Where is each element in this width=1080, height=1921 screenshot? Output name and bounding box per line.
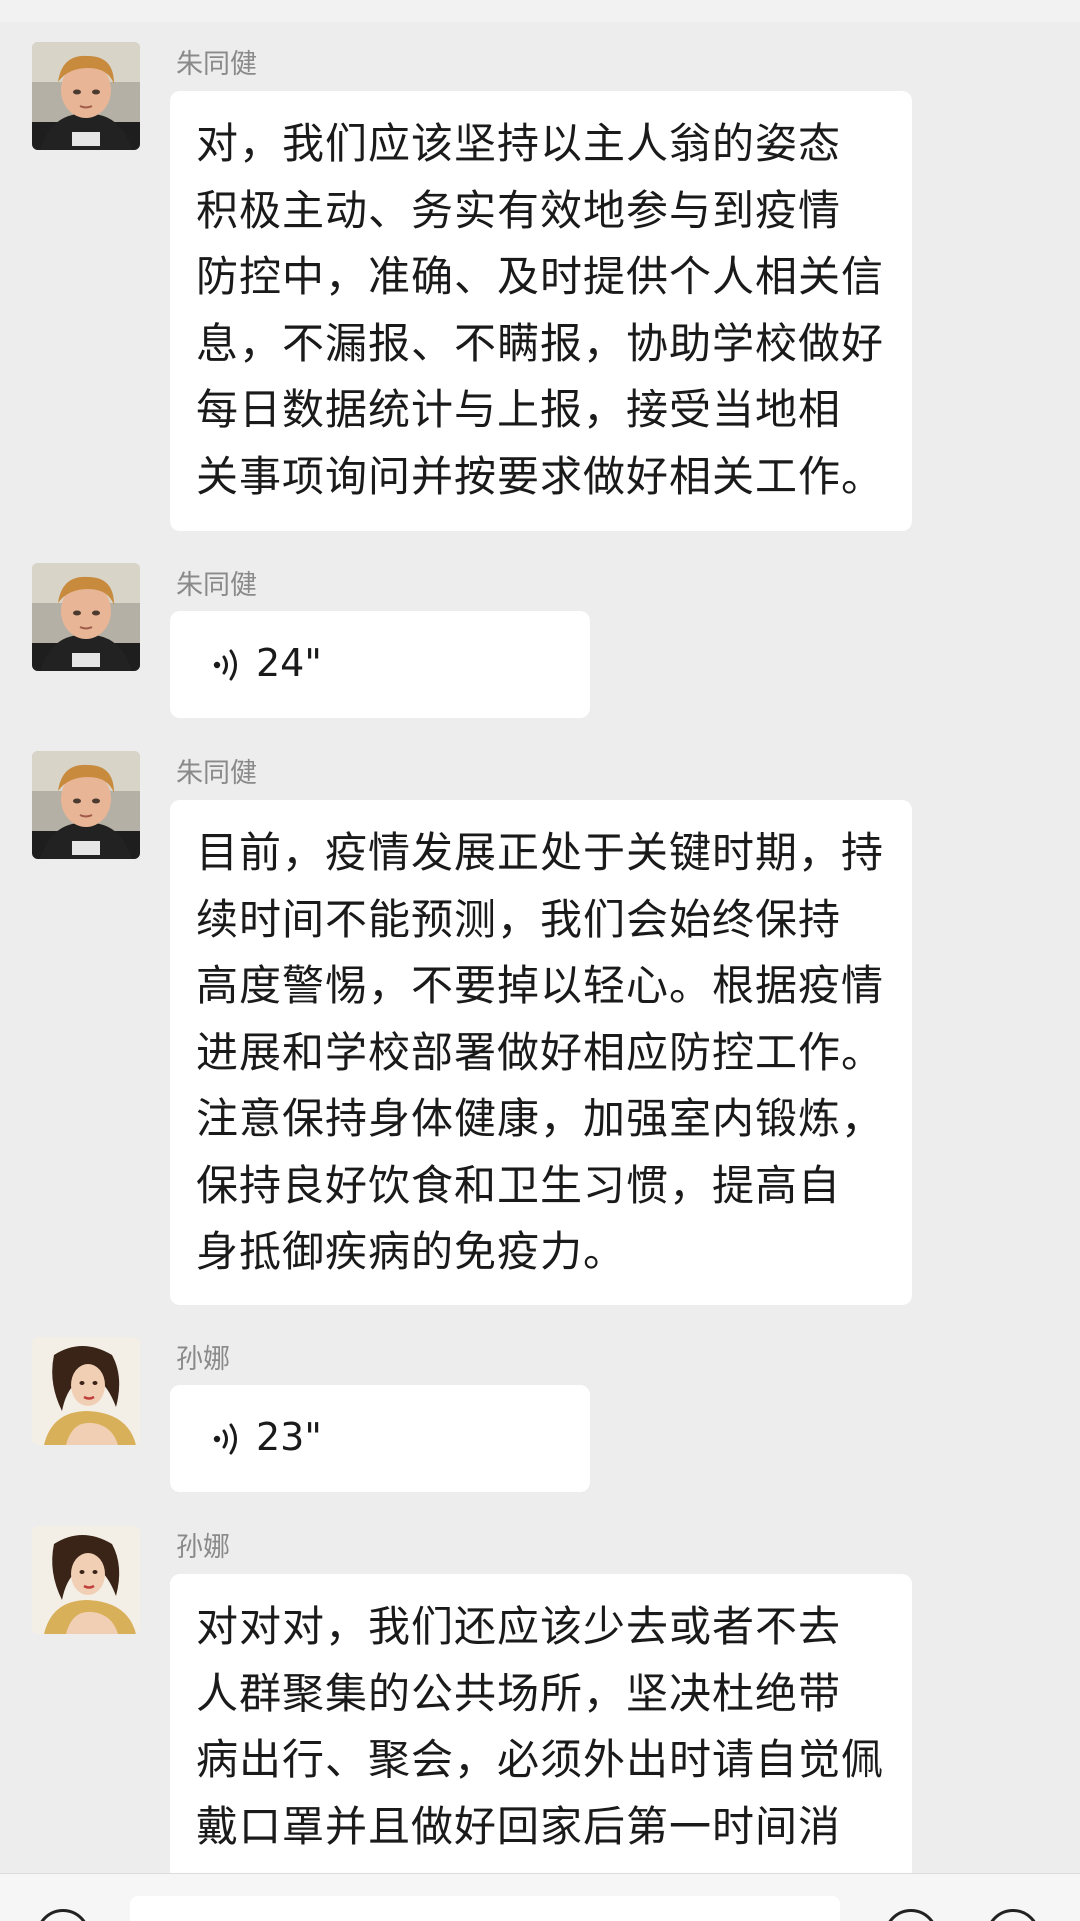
sender-name: 朱同健	[176, 758, 257, 789]
boy-avatar-icon[interactable]	[32, 42, 140, 150]
message-bubble[interactable]: 对对对，我们还应该少去或者不去 人群聚集的公共场所，坚决杜绝带 病出行、聚会，必…	[170, 1574, 912, 1873]
voice-message-bubble[interactable]: 24"	[170, 611, 590, 718]
message-input[interactable]	[130, 1896, 840, 1921]
voice-duration: 23"	[256, 1415, 322, 1459]
voice-toggle-icon[interactable]	[36, 1909, 90, 1921]
princess-avatar-icon[interactable]	[32, 1337, 140, 1445]
message-text: 对，我们应该坚持以主人翁的姿态 积极主动、务实有效地参与到疫情 防控中，准确、及…	[196, 119, 885, 501]
voice-wave-icon	[213, 1423, 237, 1455]
sender-name: 朱同健	[176, 49, 257, 80]
voice-message-bubble[interactable]: 23"	[170, 1385, 590, 1492]
input-bar	[0, 1873, 1080, 1921]
sender-name: 孙娜	[176, 1532, 230, 1563]
boy-avatar-icon[interactable]	[32, 563, 140, 671]
sender-name: 孙娜	[176, 1344, 230, 1375]
voice-duration: 24"	[256, 641, 322, 685]
boy-avatar-icon[interactable]	[32, 751, 140, 859]
chat-area[interactable]: 朱同健 对，我们应该坚持以主人翁的姿态 积极主动、务实有效地参与到疫情 防控中，…	[0, 0, 1080, 1873]
sender-name: 朱同健	[176, 570, 257, 601]
message-text: 对对对，我们还应该少去或者不去 人群聚集的公共场所，坚决杜绝带 病出行、聚会，必…	[196, 1602, 885, 1851]
top-divider	[0, 0, 1080, 22]
message-text: 目前，疫情发展正处于关键时期，持 续时间不能预测，我们会始终保持 高度警惕，不要…	[196, 828, 885, 1276]
message-bubble[interactable]: 目前，疫情发展正处于关键时期，持 续时间不能预测，我们会始终保持 高度警惕，不要…	[170, 800, 912, 1305]
plus-icon[interactable]	[986, 1909, 1040, 1921]
message-bubble[interactable]: 对，我们应该坚持以主人翁的姿态 积极主动、务实有效地参与到疫情 防控中，准确、及…	[170, 91, 912, 531]
voice-wave-icon	[213, 649, 237, 681]
emoji-icon[interactable]	[884, 1909, 938, 1921]
princess-avatar-icon[interactable]	[32, 1526, 140, 1634]
